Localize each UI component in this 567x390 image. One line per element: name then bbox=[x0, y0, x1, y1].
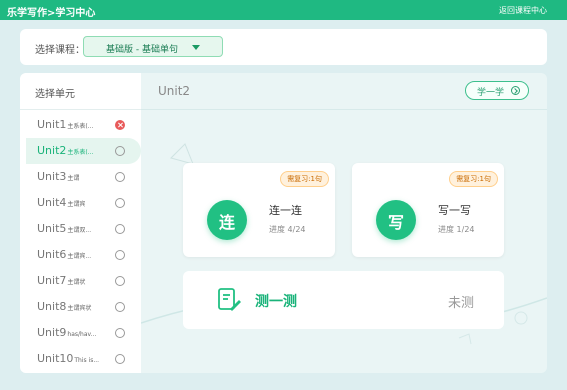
unit-subtitle: 主谓 bbox=[67, 175, 80, 182]
unit-sidebar: 选择单元 Unit1主系表(... Unit2主系表(... Unit3主谓 U… bbox=[20, 73, 141, 373]
unit-name: Unit4 bbox=[37, 196, 67, 209]
match-mode-icon: 连 bbox=[207, 200, 247, 240]
unit-item-1[interactable]: Unit1主系表(... bbox=[20, 112, 141, 138]
error-status-icon bbox=[115, 120, 125, 130]
unit-subtitle: This is... bbox=[74, 357, 100, 364]
unit-item-6[interactable]: Unit6主谓宾... bbox=[20, 242, 141, 268]
top-bar: 乐学写作>学习中心 返回课程中心 bbox=[0, 0, 567, 20]
match-mode-progress: 进度 4/24 bbox=[269, 225, 306, 234]
unit-name: Unit8 bbox=[37, 300, 67, 313]
unit-item-10[interactable]: Unit10This is... bbox=[20, 346, 141, 372]
test-card[interactable]: 测一测 未测 bbox=[183, 271, 504, 329]
unit-name: Unit9 bbox=[37, 326, 67, 339]
empty-status-icon bbox=[115, 276, 125, 286]
empty-status-icon bbox=[115, 224, 125, 234]
unit-subtitle: 主谓状 bbox=[67, 279, 86, 286]
unit-name: Unit7 bbox=[37, 274, 67, 287]
empty-status-icon bbox=[115, 198, 125, 208]
write-mode-card[interactable]: 需复习:1句 写 写一写 进度 1/24 bbox=[352, 163, 504, 257]
unit-name: Unit2 bbox=[37, 144, 67, 157]
course-select[interactable]: 基础版 - 基础单句 bbox=[83, 36, 223, 57]
unit-list: Unit1主系表(... Unit2主系表(... Unit3主谓 Unit4主… bbox=[20, 112, 141, 372]
caret-down-icon bbox=[192, 45, 200, 50]
unit-subtitle: 主谓双... bbox=[67, 227, 92, 234]
empty-status-icon bbox=[115, 354, 125, 364]
unit-item-4[interactable]: Unit4主谓宾 bbox=[20, 190, 141, 216]
unit-sidebar-header: 选择单元 bbox=[20, 73, 141, 110]
back-to-course-center-link[interactable]: 返回课程中心 bbox=[499, 5, 547, 16]
unit-subtitle: 主系表(... bbox=[67, 149, 94, 156]
course-label: 选择课程： bbox=[35, 45, 85, 56]
empty-status-icon bbox=[115, 302, 125, 312]
review-badge: 需复习:1句 bbox=[280, 171, 329, 187]
unit-item-7[interactable]: Unit7主谓状 bbox=[20, 268, 141, 294]
unit-item-5[interactable]: Unit5主谓双... bbox=[20, 216, 141, 242]
unit-sidebar-title: 选择单元 bbox=[35, 89, 75, 100]
write-mode-name: 写一写 bbox=[438, 204, 471, 217]
empty-status-icon bbox=[115, 172, 125, 182]
study-main-panel: 选择单元 Unit1主系表(... Unit2主系表(... Unit3主谓 U… bbox=[20, 73, 547, 373]
course-select-value: 基础版 - 基础单句 bbox=[106, 45, 178, 55]
unit-name: Unit5 bbox=[37, 222, 67, 235]
empty-status-icon bbox=[115, 328, 125, 338]
unit-subtitle: 主谓宾状 bbox=[67, 305, 92, 312]
unit-content: Unit2 学一学 需复习:1句 连 连一连 进度 4/24 需复习:1句 写 … bbox=[141, 73, 547, 373]
unit-name: Unit3 bbox=[37, 170, 67, 183]
review-badge: 需复习:1句 bbox=[449, 171, 498, 187]
empty-status-icon bbox=[115, 250, 125, 260]
test-status: 未测 bbox=[447, 296, 474, 311]
course-selector-panel: 选择课程： 基础版 - 基础单句 bbox=[20, 29, 547, 65]
unit-item-8[interactable]: Unit8主谓宾状 bbox=[20, 294, 141, 320]
test-name: 测一测 bbox=[255, 294, 297, 310]
unit-name: Unit6 bbox=[37, 248, 67, 261]
unit-name: Unit10 bbox=[37, 352, 74, 365]
unit-item-3[interactable]: Unit3主谓 bbox=[20, 164, 141, 190]
unit-name: Unit1 bbox=[37, 118, 67, 131]
unit-subtitle: 主谓宾 bbox=[67, 201, 86, 208]
empty-status-icon bbox=[115, 146, 125, 156]
match-mode-card[interactable]: 需复习:1句 连 连一连 进度 4/24 bbox=[183, 163, 335, 257]
unit-subtitle: 主系表(... bbox=[67, 123, 94, 130]
write-mode-icon: 写 bbox=[376, 200, 416, 240]
unit-item-9[interactable]: Unit9has/hav... bbox=[20, 320, 141, 346]
test-pencil-icon bbox=[218, 288, 241, 311]
unit-subtitle: has/hav... bbox=[67, 331, 97, 338]
match-mode-name: 连一连 bbox=[269, 204, 302, 217]
unit-subtitle: 主谓宾... bbox=[67, 253, 92, 260]
breadcrumb-title: 乐学写作>学习中心 bbox=[7, 8, 96, 19]
write-mode-progress: 进度 1/24 bbox=[438, 225, 475, 234]
unit-item-2[interactable]: Unit2主系表(... bbox=[26, 138, 141, 164]
